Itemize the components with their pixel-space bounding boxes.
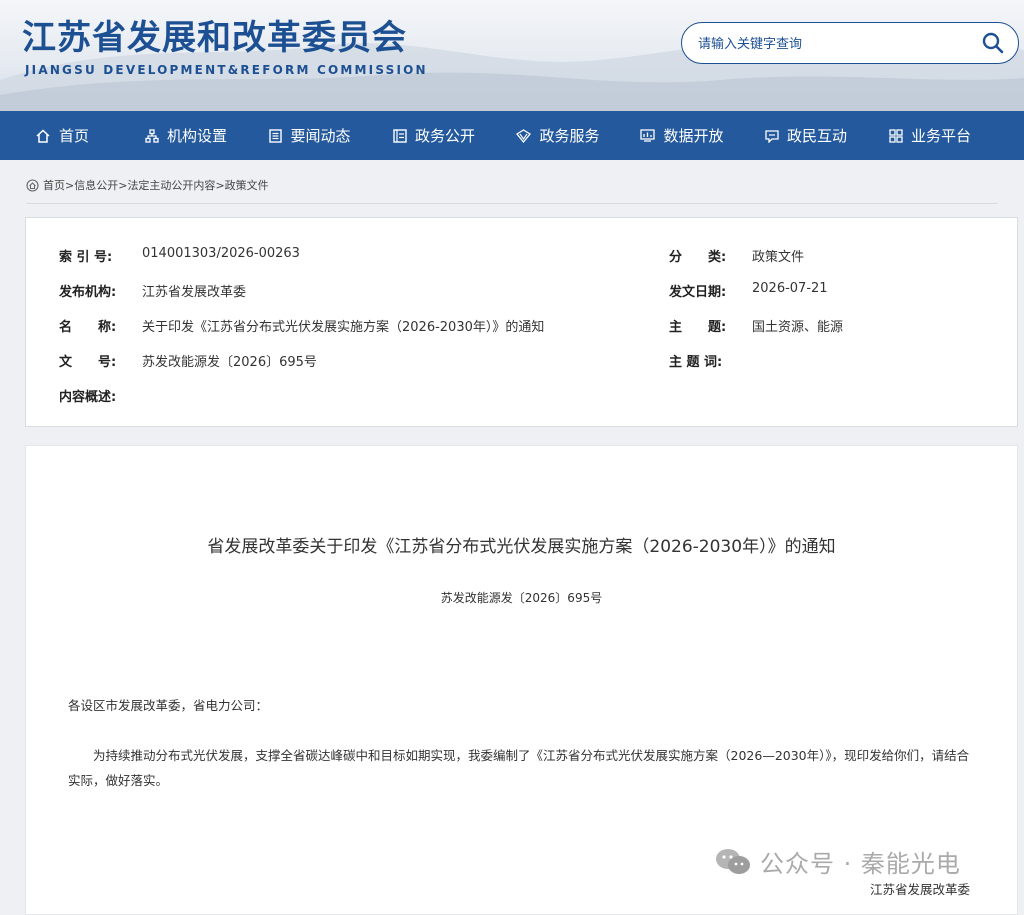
nav-label: 机构设置 <box>166 127 227 145</box>
news-icon <box>269 128 283 143</box>
nav-label: 首页 <box>58 127 89 145</box>
breadcrumb-current[interactable]: 政策文件 <box>225 177 269 193</box>
grid-icon <box>889 128 903 143</box>
article-title: 省发展改革委关于印发《江苏省分布式光伏发展实施方案（2026-2030年）》的通… <box>207 537 836 557</box>
nav-item-org[interactable]: 机构设置 <box>124 111 248 160</box>
date-label: 发文日期: <box>669 285 727 300</box>
article-body: 为持续推动分布式光伏发展，支撑全省碳达峰碳中和目标如期实现，我委编制了《江苏省分… <box>68 748 970 788</box>
watermark-text: 公众号 · 秦能光电 <box>760 850 961 878</box>
data-icon <box>640 129 656 142</box>
docno-value: 苏发改能源发〔2026〕695号 <box>142 355 317 370</box>
category-value: 政策文件 <box>752 250 805 265</box>
breadcrumb-statutory[interactable]: 法定主动公开内容 <box>127 177 215 193</box>
publisher-label: 发布机构: <box>59 285 117 300</box>
location-home-icon <box>26 178 39 192</box>
nav-label: 数据开放 <box>663 127 724 145</box>
nav-label: 要闻动态 <box>290 127 351 145</box>
site-header: 江苏省发展和改革委员会 JIANGSU DEVELOPMENT&REFORM C… <box>0 0 1024 111</box>
summary-label: 内容概述: <box>59 390 117 405</box>
date-value: 2026-07-21 <box>752 281 828 296</box>
breadcrumb-separator: > <box>65 178 75 192</box>
org-chart-icon <box>145 128 159 143</box>
nav-item-platform[interactable]: 业务平台 <box>868 111 992 160</box>
breadcrumb-separator: > <box>215 178 225 192</box>
search-icon[interactable] <box>982 32 1004 54</box>
breadcrumb: 首页 > 信息公开 > 法定主动公开内容 > 政策文件 <box>26 177 269 193</box>
nav-label: 政务公开 <box>414 127 475 145</box>
nav-item-news[interactable]: 要闻动态 <box>248 111 372 160</box>
article-signer: 江苏省发展改革委 <box>870 882 971 897</box>
breadcrumb-info[interactable]: 信息公开 <box>74 177 118 193</box>
site-subtitle: JIANGSU DEVELOPMENT&REFORM COMMISSION <box>25 63 428 77</box>
nav-item-home[interactable]: 首页 <box>0 111 124 160</box>
topic-label: 主 题: <box>669 320 727 335</box>
site-title[interactable]: 江苏省发展和改革委员会 <box>22 10 407 59</box>
nav-label: 政民互动 <box>786 127 847 145</box>
nav-item-public[interactable]: 政务公开 <box>372 111 496 160</box>
index-value: 014001303/2026-00263 <box>142 246 300 261</box>
nav-label: 政务服务 <box>539 127 600 145</box>
watermark: 公众号 · 秦能光电 <box>714 844 961 879</box>
document-icon <box>393 128 407 143</box>
index-label: 索 引 号: <box>59 250 113 265</box>
keywords-label: 主 题 词: <box>669 355 723 370</box>
article-doc-number: 苏发改能源发〔2026〕695号 <box>440 591 603 605</box>
service-icon <box>516 128 532 143</box>
docno-label: 文 号: <box>59 355 117 370</box>
publisher-value: 江苏省发展改革委 <box>142 285 247 300</box>
document-meta-panel: 索 引 号: 014001303/2026-00263 分 类: 政策文件 发布… <box>25 217 1018 427</box>
breadcrumb-home[interactable]: 首页 <box>43 177 65 193</box>
category-label: 分 类: <box>669 250 727 265</box>
nav-label: 业务平台 <box>910 127 971 145</box>
name-label: 名 称: <box>59 320 117 335</box>
main-nav: 首页 机构设置 要闻动态 政务公开 政务服务 数据开放 政民互动 业务平台 <box>0 111 1024 160</box>
chat-icon <box>765 129 779 143</box>
search-input[interactable] <box>696 33 970 55</box>
nav-item-interaction[interactable]: 政民互动 <box>744 111 868 160</box>
home-icon <box>35 128 51 144</box>
topic-value: 国土资源、能源 <box>752 320 844 335</box>
nav-item-data[interactable]: 数据开放 <box>620 111 744 160</box>
article-salutation: 各设区市发展改革委，省电力公司： <box>68 698 269 713</box>
breadcrumb-divider <box>26 203 998 204</box>
nav-item-service[interactable]: 政务服务 <box>496 111 620 160</box>
search-box <box>681 22 1019 64</box>
wechat-icon <box>714 847 752 877</box>
breadcrumb-separator: > <box>118 178 128 192</box>
name-value: 关于印发《江苏省分布式光伏发展实施方案（2026-2030年）》的通知 <box>142 320 545 335</box>
